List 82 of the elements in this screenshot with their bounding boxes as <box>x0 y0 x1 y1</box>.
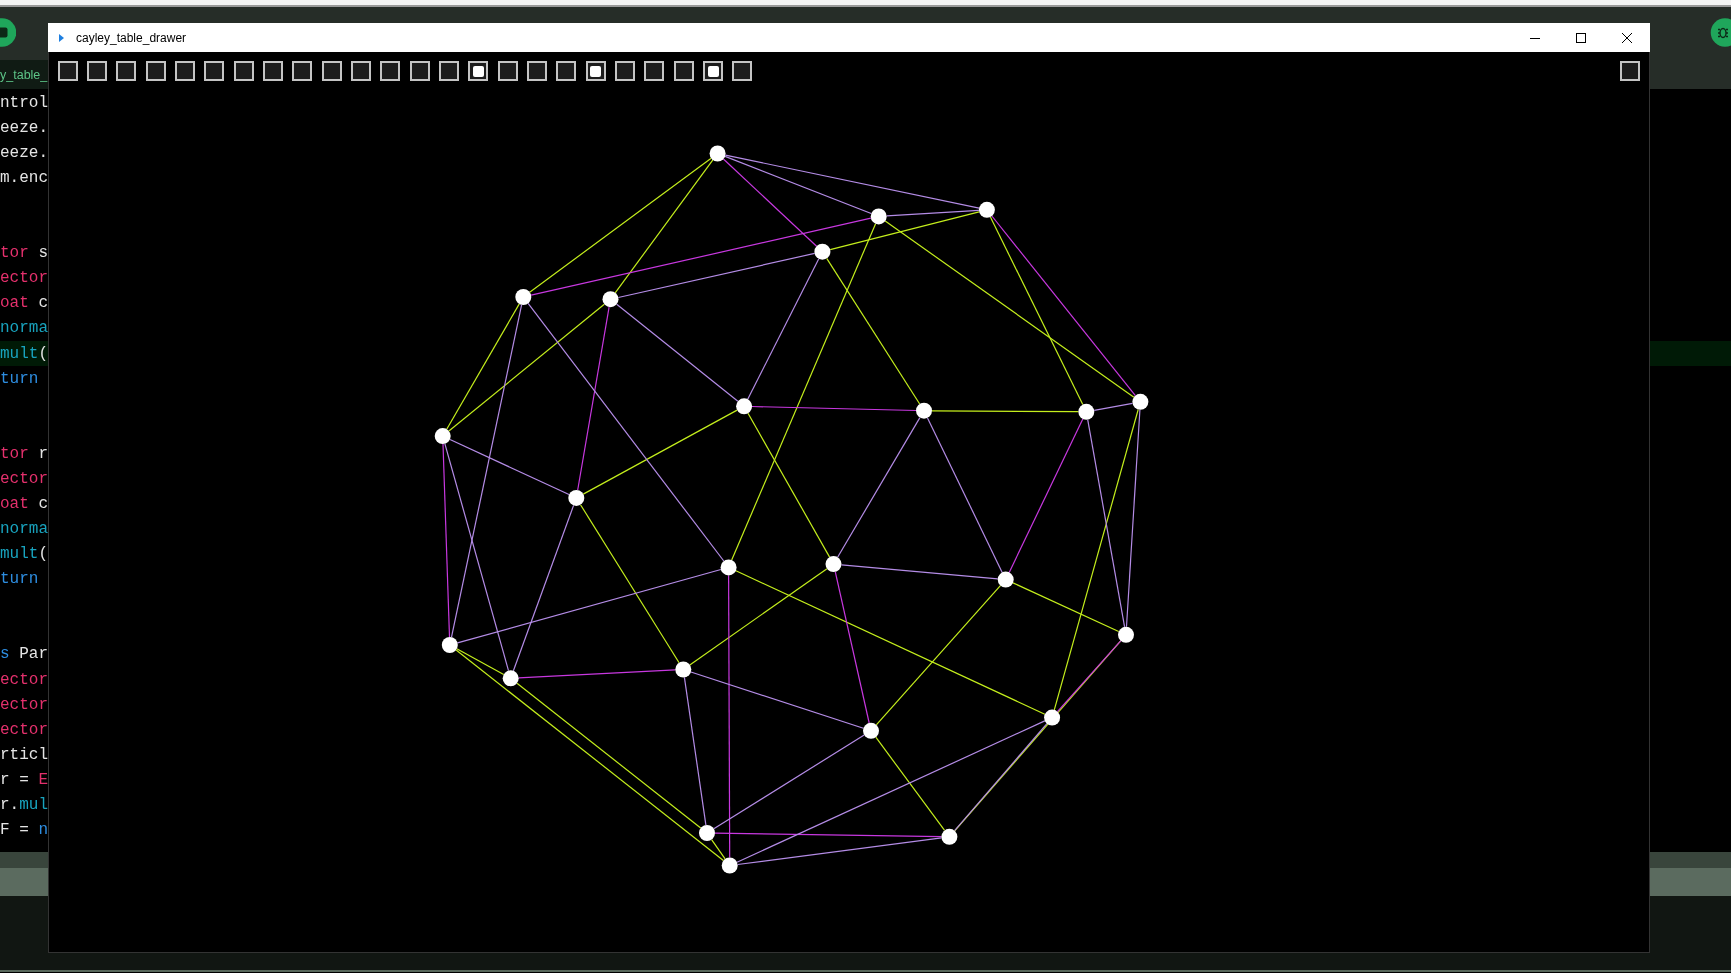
graph-node <box>699 825 715 841</box>
graph-node <box>978 201 995 218</box>
checkbox[interactable] <box>409 61 430 81</box>
checkbox[interactable] <box>497 61 518 81</box>
code-line: mult( <box>0 544 48 566</box>
code-line: r.mul <box>0 794 48 816</box>
checked-square-icon <box>590 65 602 77</box>
graph-node <box>434 428 451 445</box>
code-line: eeze. <box>0 142 48 164</box>
checkbox[interactable] <box>644 61 665 81</box>
checkbox[interactable] <box>585 61 606 81</box>
checkbox[interactable] <box>262 61 283 81</box>
graph-node <box>568 489 585 506</box>
close-icon <box>1622 32 1632 43</box>
code-line: ector <box>0 468 48 490</box>
checkbox[interactable] <box>174 61 195 81</box>
graph-node <box>941 828 958 845</box>
graph-node <box>602 291 619 308</box>
code-line: ector <box>0 719 48 741</box>
code-line: ector <box>0 268 48 290</box>
code-line: norma <box>0 519 48 541</box>
code-line: turn <box>0 368 40 390</box>
graph-node <box>515 289 532 305</box>
checkbox[interactable] <box>615 61 636 81</box>
code-line: s Par <box>0 644 48 666</box>
checked-square-icon <box>707 65 719 77</box>
checkbox[interactable] <box>57 61 78 81</box>
checkbox[interactable] <box>380 61 401 81</box>
code-line: norma <box>0 318 48 340</box>
graph-node <box>736 398 753 415</box>
graph-node <box>441 637 458 653</box>
code-line: m.enc <box>0 167 48 189</box>
graph-node <box>863 722 879 739</box>
graph-node <box>1044 709 1061 726</box>
code-line: rticl <box>0 744 48 766</box>
checkbox[interactable] <box>86 61 107 81</box>
code-line: oat c <box>0 493 48 515</box>
graph-node <box>502 670 519 687</box>
maximize-icon <box>1576 32 1586 43</box>
code-line: oat c <box>0 293 48 315</box>
checkbox[interactable] <box>732 61 753 81</box>
editor-tab[interactable]: y_table_ <box>0 60 48 89</box>
graph-node <box>1078 403 1095 420</box>
code-line: eeze. <box>0 117 48 139</box>
graph-node <box>1132 393 1149 410</box>
window-title: cayley_table_drawer <box>76 30 187 45</box>
checkbox[interactable] <box>350 61 371 81</box>
checkbox[interactable] <box>527 61 547 81</box>
checkbox[interactable] <box>321 61 342 81</box>
bug-icon[interactable] <box>1710 18 1731 47</box>
graph-node <box>997 571 1014 588</box>
graph-node <box>709 145 726 162</box>
graph-node <box>1118 626 1134 643</box>
code-line: tor r <box>0 443 48 465</box>
checkbox[interactable] <box>673 61 694 81</box>
graph-node <box>720 559 737 576</box>
checkbox[interactable] <box>468 61 489 81</box>
checkbox[interactable] <box>556 61 577 81</box>
graph-node <box>825 556 842 573</box>
checkbox[interactable] <box>116 61 137 81</box>
triangle-icon <box>59 33 64 42</box>
checkbox[interactable] <box>703 61 724 81</box>
checkbox[interactable] <box>438 61 459 81</box>
code-line: ector <box>0 669 48 691</box>
checkbox[interactable] <box>233 61 254 81</box>
checked-square-icon <box>472 65 484 77</box>
code-line: ector <box>0 694 48 716</box>
stop-icon[interactable] <box>0 18 16 47</box>
code-line: turn <box>0 569 40 591</box>
checkbox[interactable] <box>145 61 166 81</box>
code-line: tor s <box>0 243 48 265</box>
code-line: ntrol <box>0 92 48 114</box>
code-line: F = n <box>0 820 48 841</box>
graph-node <box>721 857 738 874</box>
graph-node <box>814 243 831 260</box>
graph-node <box>675 661 692 678</box>
checkbox[interactable] <box>292 61 313 81</box>
graph-node <box>870 208 887 225</box>
graph-node <box>916 402 932 419</box>
code-line: r = E <box>0 769 48 791</box>
checkbox[interactable] <box>204 61 225 81</box>
checkbox[interactable] <box>1620 61 1640 81</box>
